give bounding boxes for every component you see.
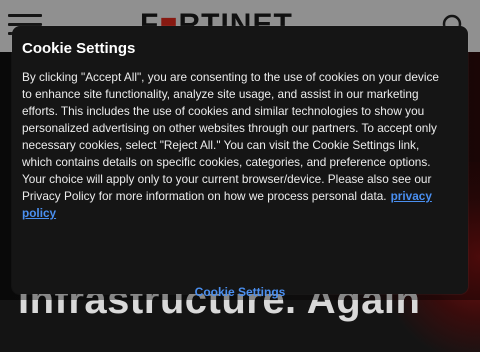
dialog-body: By clicking "Accept All", you are consen… — [22, 69, 442, 222]
dialog-body-text: By clicking "Accept All", you are consen… — [22, 70, 439, 203]
cookie-settings-link[interactable]: Cookie Settings — [12, 285, 468, 299]
dialog-title: Cookie Settings — [22, 40, 136, 57]
